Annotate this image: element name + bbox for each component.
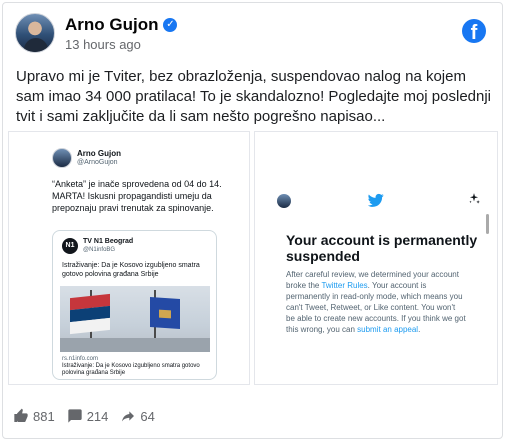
suspended-body: After careful review, we determined your… — [286, 270, 466, 334]
likes-count: 881 — [33, 408, 55, 424]
n1-logo-icon: N1 — [62, 238, 78, 254]
sparkle-icon — [469, 193, 480, 204]
share-button[interactable]: 64 — [120, 408, 155, 424]
post-header: Arno Gujon ✓ 13 hours ago f — [15, 13, 492, 59]
twitter-rules-link: Twitter Rules — [321, 281, 368, 290]
facebook-logo-icon[interactable]: f — [462, 19, 486, 43]
suspended-title: Your account is permanently suspended — [286, 232, 478, 264]
post-timestamp[interactable]: 13 hours ago — [65, 37, 141, 52]
flags-photo — [60, 286, 210, 352]
link-source: rs.n1info.com — [62, 356, 99, 362]
link-caption: Istraživanje: Da je Kosovo izgubljeno sm… — [62, 363, 200, 376]
comments-count: 214 — [86, 408, 109, 424]
author-avatar[interactable] — [15, 13, 55, 53]
tweet-author-name: Arno Gujon — [77, 149, 121, 158]
comment-button[interactable]: 214 — [67, 408, 109, 424]
reaction-bar: 881 214 64 — [13, 405, 155, 427]
thumbs-up-icon — [14, 408, 28, 422]
verified-icon: ✓ — [163, 18, 178, 32]
submit-appeal-link: submit an appeal — [357, 325, 419, 334]
twitter-bird-icon — [368, 193, 384, 207]
tweet-screenshot-image[interactable]: Arno Gujon @ArnoGujon “Anketa” je inače … — [8, 131, 250, 385]
tweet-author-handle: @ArnoGujon — [77, 159, 118, 166]
comment-icon — [68, 409, 82, 423]
kosovo-flag-icon — [150, 296, 180, 330]
scrollbar — [486, 214, 489, 234]
share-arrow-icon — [122, 411, 135, 422]
quoted-author-name: TV N1 Beograd — [83, 238, 134, 245]
tweet-author-avatar — [52, 148, 72, 168]
building-roof — [60, 338, 210, 352]
quoted-tweet: N1 TV N1 Beograd @N1infoBG Istraživanje:… — [52, 230, 217, 380]
like-button[interactable]: 881 — [13, 408, 55, 424]
post-text: Upravo mi je Tviter, bez obrazloženja, s… — [16, 68, 492, 125]
quoted-author-handle: @N1infoBG — [83, 247, 116, 253]
tweet-text: “Anketa” je inače sprovedena od 04 do 14… — [52, 179, 222, 213]
serbian-flag-icon — [70, 293, 110, 335]
suspended-screenshot-image[interactable]: Your account is permanently suspended Af… — [254, 131, 498, 385]
shares-count: 64 — [140, 408, 155, 424]
author-name[interactable]: Arno Gujon — [65, 15, 158, 35]
quoted-tweet-text: Istraživanje: Da je Kosovo izgubljeno sm… — [62, 262, 200, 278]
account-avatar — [277, 194, 291, 208]
